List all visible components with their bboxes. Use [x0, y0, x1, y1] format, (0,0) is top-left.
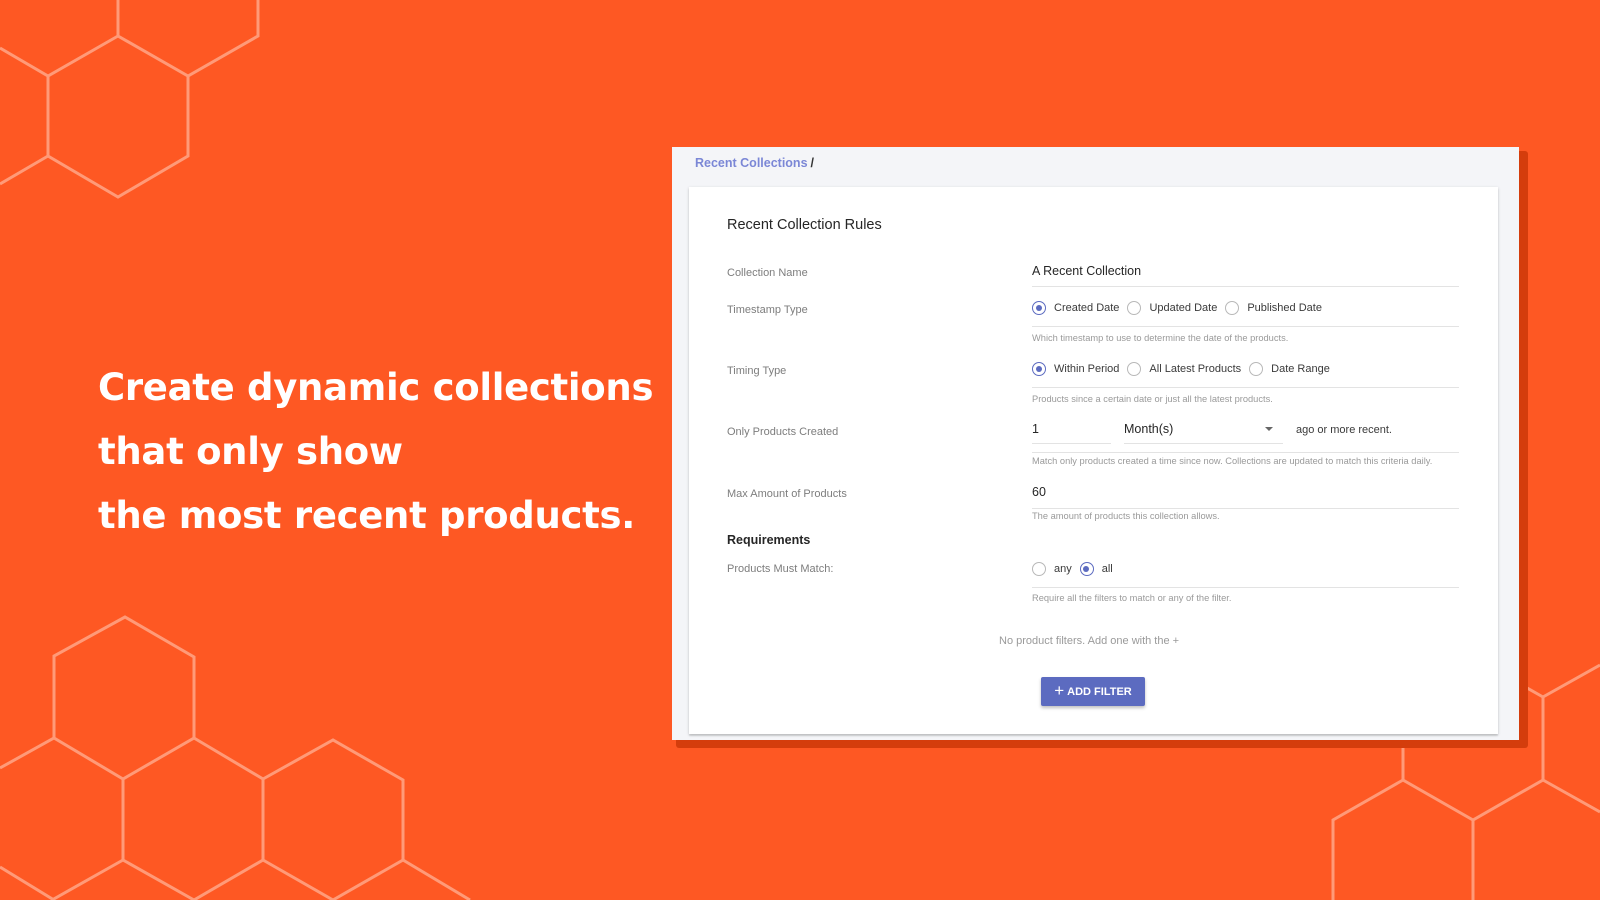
hexagon-outline: [51, 858, 124, 900]
max-amount-hint: The amount of products this collection a…: [1032, 511, 1220, 521]
add-filter-label: ADD FILTER: [1067, 685, 1132, 698]
max-amount-label: Max Amount of Products: [727, 488, 847, 500]
timing-type-hint: Products since a certain date or just al…: [1032, 394, 1273, 404]
max-amount-value: 60: [1032, 485, 1046, 499]
hexagon-outline: [1542, 778, 1600, 814]
collection-name-label: Collection Name: [727, 267, 808, 279]
radio-label: All Latest Products: [1149, 363, 1242, 375]
breadcrumb-separator: /: [810, 156, 815, 170]
must-match-hint: Require all the filters to match or any …: [1032, 593, 1232, 603]
radio-unchecked-icon: [1249, 362, 1264, 376]
radio-created-date[interactable]: Created Date: [1032, 301, 1119, 315]
hexagon-outline: [1331, 778, 1404, 900]
input-underline: [1032, 452, 1459, 453]
plus-icon: +: [1054, 681, 1065, 700]
collection-name-value: A Recent Collection: [1032, 264, 1142, 278]
card-title: Recent Collection Rules: [727, 217, 882, 233]
add-filter-button[interactable]: + ADD FILTER: [1041, 677, 1145, 706]
radio-label: Date Range: [1271, 363, 1330, 375]
hexagon-outline: [0, 865, 55, 900]
breadcrumb-link-recent-collections[interactable]: Recent Collections: [695, 156, 808, 170]
only-products-created-hint: Match only products created a time since…: [1032, 456, 1433, 466]
must-match-radio-group: any all: [1032, 559, 1459, 589]
radio-all[interactable]: all: [1079, 562, 1113, 576]
requirements-heading: Requirements: [727, 533, 811, 547]
timestamp-type-label: Timestamp Type: [727, 304, 808, 316]
headline-line: Create dynamic collections: [98, 366, 654, 409]
hexagon-outline: [121, 779, 195, 900]
hexagon-outline: [0, 615, 196, 781]
radio-any[interactable]: any: [1032, 562, 1072, 576]
hexagon-outline: [116, 0, 260, 78]
radio-label: Created Date: [1054, 302, 1120, 314]
only-products-created-group: 1 Month(s) ago or more recent.: [1032, 420, 1459, 454]
hexagon-outline: [262, 738, 405, 900]
radio-unchecked-icon: [1127, 362, 1142, 376]
radio-date-range[interactable]: Date Range: [1249, 362, 1330, 376]
period-unit-select[interactable]: Month(s): [1124, 420, 1283, 444]
period-amount-input[interactable]: 1: [1032, 420, 1111, 444]
headline-line: that only show: [98, 430, 403, 473]
input-underline: [1032, 508, 1459, 509]
breadcrumb: Recent Collections /: [695, 156, 814, 170]
radio-unchecked-icon: [1225, 301, 1240, 315]
radio-unchecked-icon: [1127, 301, 1142, 315]
timing-type-label: Timing Type: [727, 365, 787, 377]
no-filters-message: No product filters. Add one with the +: [999, 635, 1180, 647]
dropdown-caret-icon: [1265, 427, 1273, 431]
radio-updated-date[interactable]: Updated Date: [1127, 301, 1217, 315]
hexagon-outline: [0, 34, 119, 78]
radio-within-period[interactable]: Within Period: [1032, 362, 1119, 376]
radio-checked-icon: [1079, 562, 1094, 576]
radio-checked-icon: [1032, 362, 1046, 376]
input-underline: [1032, 587, 1459, 588]
radio-label: all: [1101, 563, 1113, 575]
max-amount-input[interactable]: 60: [1032, 481, 1459, 509]
hexagon-outline: [46, 76, 190, 199]
radio-all-latest-products[interactable]: All Latest Products: [1127, 362, 1241, 376]
radio-label: Updated Date: [1149, 302, 1218, 314]
rules-card: Recent Collection Rules Collection Name …: [689, 187, 1498, 734]
collection-name-input[interactable]: A Recent Collection: [1032, 261, 1459, 287]
input-underline: [1032, 387, 1459, 388]
radio-label: Published Date: [1247, 302, 1322, 314]
input-underline: [1032, 286, 1459, 287]
only-products-created-label: Only Products Created: [727, 426, 839, 438]
headline: Create dynamic collections that only sho…: [98, 356, 653, 548]
must-match-label: Products Must Match:: [727, 563, 834, 575]
hexagon-outline: [402, 858, 471, 900]
timing-type-radio-group: Within Period All Latest Products Date R…: [1032, 360, 1459, 390]
hexagon-outline: [262, 858, 334, 900]
timestamp-type-radio-group: Created Date Updated Date Published Date: [1032, 299, 1459, 329]
timestamp-type-hint: Which timestamp to use to determine the …: [1032, 333, 1289, 343]
app-window: Recent Collections / Recent Collection Ru…: [672, 147, 1519, 740]
radio-label: Within Period: [1054, 363, 1120, 375]
radio-unchecked-icon: [1032, 562, 1046, 576]
period-suffix-text: ago or more recent.: [1296, 424, 1392, 436]
input-underline: [1032, 326, 1459, 327]
hexagon-outline: [0, 154, 49, 186]
hexagon-outline: [193, 736, 265, 900]
radio-checked-icon: [1032, 301, 1046, 315]
radio-label: any: [1054, 563, 1072, 575]
period-unit-value: Month(s): [1124, 422, 1174, 436]
radio-published-date[interactable]: Published Date: [1225, 301, 1322, 315]
headline-line: the most recent products.: [98, 494, 636, 537]
